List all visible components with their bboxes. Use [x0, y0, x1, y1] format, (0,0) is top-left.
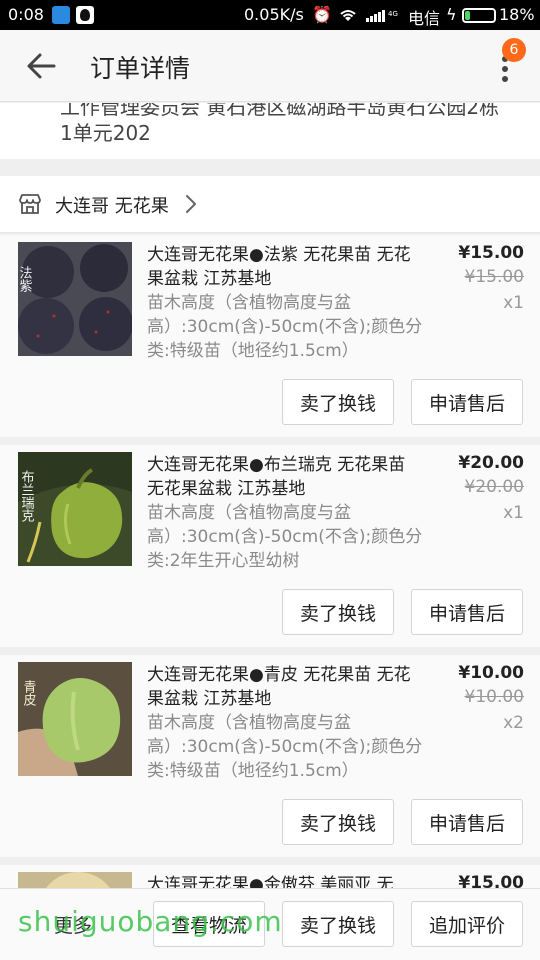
- chevron-right-icon: [186, 195, 196, 213]
- order-item[interactable]: 法紫 大连哥无花果●法紫 无花果苗 无花果盆栽 江苏基地 苗木高度（含植物高度与…: [0, 235, 540, 437]
- shop-row[interactable]: 大连哥 无花果: [0, 176, 540, 233]
- app-notification-icon: [52, 6, 70, 24]
- battery-icon: [462, 8, 496, 23]
- product-name: 大连哥无花果●法紫 无花果苗 无花果盆栽 江苏基地: [147, 245, 411, 289]
- product-image: 青皮: [18, 662, 132, 776]
- charging-icon: ϟ: [446, 5, 457, 24]
- product-price: ¥20.00: [458, 453, 524, 473]
- product-name: 大连哥无花果●青皮 无花果苗 无花果盆栽 江苏基地: [147, 665, 411, 709]
- product-price: ¥15.00: [458, 243, 524, 263]
- order-item[interactable]: 青皮 大连哥无花果●青皮 无花果苗 无花果盆栽 江苏基地 苗木高度（含植物高度与…: [0, 655, 540, 857]
- svg-text:4G: 4G: [388, 10, 398, 18]
- network-speed: 0.05K/s: [244, 5, 304, 24]
- back-arrow-icon[interactable]: [24, 50, 58, 82]
- original-price: ¥10.00: [464, 687, 524, 707]
- product-spec: 苗木高度（含植物高度与盆高）:30cm(含)-50cm(不含);颜色分类:特级苗…: [147, 713, 423, 781]
- thumb-label: 布兰瑞克: [19, 470, 35, 523]
- signal-icon: 4G: [366, 10, 398, 22]
- page-title: 订单详情: [90, 54, 191, 83]
- product-name: 大连哥无花果●金傲芬 美丽亚 无: [147, 875, 394, 888]
- qq-notification-icon: [76, 6, 94, 24]
- battery-percent: 18%: [499, 5, 535, 24]
- product-name: 大连哥无花果●布兰瑞克 无花果苗 无花果盆栽 江苏基地: [147, 455, 406, 499]
- add-review-button[interactable]: 追加评价: [411, 901, 523, 947]
- carrier-name: 电信: [408, 9, 441, 28]
- product-image: [18, 872, 132, 888]
- alarm-icon: ⏰: [312, 5, 332, 24]
- product-spec: 苗木高度（含植物高度与盆高）:30cm(含)-50cm(不含);颜色分类:2年生…: [147, 503, 423, 571]
- after-sale-button[interactable]: 申请售后: [411, 799, 523, 845]
- product-quantity: x1: [503, 293, 524, 313]
- order-item[interactable]: 布兰瑞克 大连哥无花果●布兰瑞克 无花果苗 无花果盆栽 江苏基地 苗木高度（含植…: [0, 445, 540, 647]
- sell-for-cash-button[interactable]: 卖了换钱: [282, 379, 394, 425]
- product-spec: 苗木高度（含植物高度与盆高）:30cm(含)-50cm(不含);颜色分类:特级苗…: [147, 293, 423, 361]
- product-quantity: x1: [503, 503, 524, 523]
- product-quantity: x2: [503, 713, 524, 733]
- product-price: ¥15.00: [458, 873, 524, 888]
- status-time: 0:08: [8, 5, 44, 24]
- original-price: ¥20.00: [464, 477, 524, 497]
- product-image: 布兰瑞克: [18, 452, 132, 566]
- sell-for-cash-button[interactable]: 卖了换钱: [282, 589, 394, 635]
- shipping-address: 工作管理委员会 黄石港区磁湖路半岛黄石公园2栋 1单元202: [0, 103, 540, 159]
- product-image: 法紫: [18, 242, 132, 356]
- store-icon: [19, 194, 41, 214]
- product-price: ¥10.00: [458, 663, 524, 683]
- after-sale-button[interactable]: 申请售后: [411, 379, 523, 425]
- sell-for-cash-button[interactable]: 卖了换钱: [282, 799, 394, 845]
- order-item[interactable]: 大连哥无花果●金傲芬 美丽亚 无 ¥15.00: [0, 865, 540, 888]
- address-line: 1单元202: [60, 121, 151, 145]
- shop-name: 大连哥 无花果: [55, 196, 169, 217]
- status-bar: 0:08 0.05K/s ⏰ 4G 电信 ϟ 18%: [0, 0, 540, 30]
- thumb-label: 青皮: [21, 680, 37, 706]
- wifi-icon: [340, 10, 356, 21]
- thumb-label: 法紫: [18, 266, 32, 292]
- app-header: 订单详情 6: [0, 30, 540, 102]
- sell-for-cash-button[interactable]: 卖了换钱: [282, 901, 394, 947]
- watermark: shuiguobang.com: [18, 905, 283, 938]
- original-price: ¥15.00: [464, 267, 524, 287]
- notification-badge: 6: [502, 38, 526, 62]
- after-sale-button[interactable]: 申请售后: [411, 589, 523, 635]
